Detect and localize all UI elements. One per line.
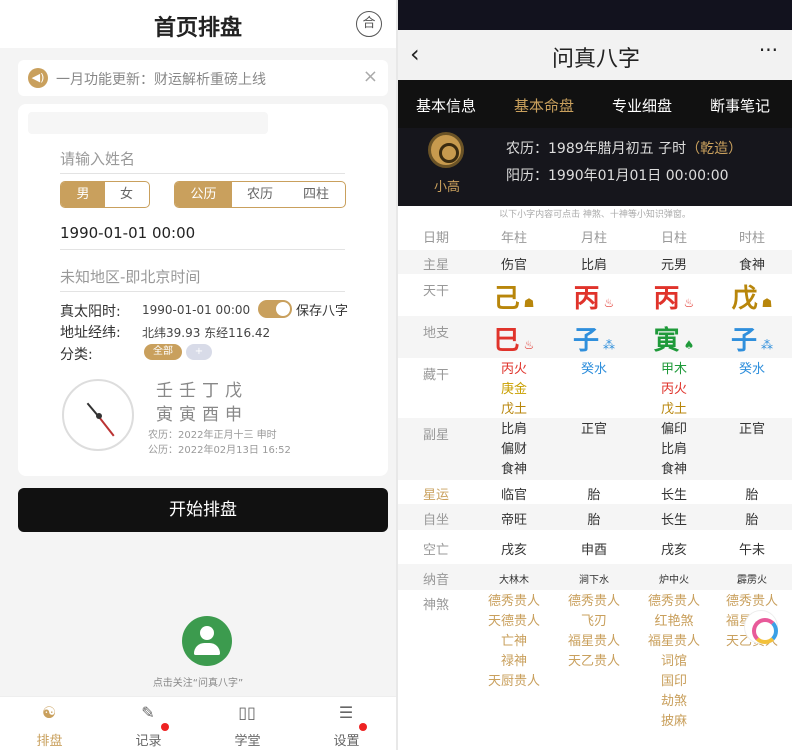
- settings-icon: ☰: [338, 703, 354, 722]
- calendar-lunar[interactable]: 农历: [232, 182, 288, 207]
- category-label: 分类:: [60, 347, 93, 363]
- color-wheel-icon[interactable]: [744, 610, 778, 644]
- home-panel: 首页排盘 合 ◀) 一月功能更新：财运解析重磅上线 × 请输入姓名 男 女 公历…: [0, 0, 396, 750]
- follow-text[interactable]: 点击关注“问真八字”: [0, 674, 396, 689]
- dizhi-year[interactable]: 巳 ♨: [474, 320, 554, 357]
- chart-tabs: 基本信息 基本命盘 专业细盘 断事笔记: [398, 80, 792, 128]
- tiangan-year[interactable]: 己 ☗: [474, 278, 554, 315]
- notice-bar[interactable]: ◀) 一月功能更新：财运解析重磅上线 ×: [18, 60, 388, 96]
- profile-solar: 阳历：1990年01月01日 00:00:00: [506, 168, 729, 184]
- tab-notes[interactable]: 断事笔记: [710, 95, 770, 116]
- yinyang-icon: ☯: [41, 703, 57, 722]
- profile-lunar: 农历：1989年腊月初五 子时（乾造）: [506, 141, 743, 157]
- save-label: 保存八字: [296, 304, 349, 319]
- tab-basic-info[interactable]: 基本信息: [416, 95, 476, 116]
- coords-value: 北纬39.93 东经116.42: [142, 326, 271, 340]
- avatar: [428, 132, 464, 168]
- close-icon[interactable]: ×: [363, 66, 378, 87]
- status-bar: [398, 0, 792, 30]
- tiangan-month[interactable]: 丙 ♨: [554, 278, 634, 315]
- calendar-sizhu[interactable]: 四柱: [288, 182, 344, 207]
- save-toggle[interactable]: [258, 300, 292, 318]
- book-icon: ▯▯: [238, 703, 256, 722]
- tiangan-day[interactable]: 丙 ♨: [634, 278, 714, 315]
- tab-records[interactable]: ✎ 记录: [99, 697, 198, 750]
- tab-basic-chart[interactable]: 基本命盘: [514, 95, 574, 116]
- tiangan-row: 天干 己 ☗ 丙 ♨ 丙 ♨ 戊 ☗: [398, 274, 792, 316]
- preview-lunar: 农历：2022年正月十三 申时: [148, 430, 277, 441]
- merge-icon[interactable]: 合: [356, 11, 382, 37]
- header-row: 日期 年柱 月柱 日柱 时柱: [422, 231, 765, 246]
- nayin-row: 纳音 大林木 涧下水 炉中火 霹雳火: [398, 564, 792, 590]
- tab-paipan[interactable]: ☯ 排盘: [0, 697, 99, 750]
- dizhi-month[interactable]: 子 ⁂: [554, 320, 634, 357]
- follow-avatar-icon[interactable]: [182, 616, 232, 666]
- canggan-row: 藏干 丙火 庚金 戊土 癸水 甲木 丙火 戊土 癸水: [422, 362, 765, 417]
- shensha-row: 神煞 德秀贵人 天德贵人 亡神 禄神 天厨贵人 德秀贵人 飞刃 福星贵人 天乙贵人 德秀贵人红…: [422, 594, 778, 729]
- solar-time-value: 1990-01-01 00:00: [142, 303, 251, 317]
- datetime-input[interactable]: 1990-01-01 00:00: [60, 220, 345, 250]
- dizhi-day[interactable]: 寅 ♠: [634, 320, 714, 357]
- more-icon[interactable]: ···: [759, 38, 778, 62]
- preview-branches: 寅寅酉申: [156, 405, 248, 425]
- kongwang-row: 空亡 戌亥 申酉 戌亥 午未: [422, 543, 765, 558]
- category-all-chip[interactable]: 全部: [144, 344, 182, 360]
- zizuo-row: 自坐 帝旺 胎 长生 胎: [398, 504, 792, 530]
- coords-label: 地址经纬:: [60, 325, 121, 341]
- home-header: 首页排盘 合: [0, 0, 396, 48]
- calendar-toggle: 公历 农历 四柱: [174, 181, 346, 208]
- tiangan-hour[interactable]: 戊 ☗: [712, 278, 792, 315]
- speaker-icon: ◀): [28, 68, 48, 88]
- preview-stems: 壬壬丁戊: [156, 381, 248, 401]
- notice-text: 一月功能更新：财运解析重磅上线: [56, 72, 266, 88]
- gender-female[interactable]: 女: [105, 182, 148, 207]
- page-title: 首页排盘: [153, 16, 242, 41]
- zhuxing-row: 主星 伤官 比肩 元男 食神: [398, 250, 792, 274]
- dizhi-hour[interactable]: 子 ⁂: [712, 320, 792, 357]
- note-icon: ✎: [141, 703, 155, 722]
- input-form: 请输入姓名 男 女 公历 农历 四柱 1990-01-01 00:00 未知地区…: [18, 104, 388, 476]
- dizhi-row: 地支 巳 ♨ 子 ⁂ 寅 ♠ 子 ⁂: [398, 316, 792, 358]
- gender-male[interactable]: 男: [61, 182, 105, 207]
- preview-solar: 公历：2022年02月13日 16:52: [148, 445, 291, 456]
- start-button[interactable]: 开始排盘: [18, 488, 388, 532]
- bazi-table: 日期 年柱 月柱 日柱 时柱 主星 伤官 比肩 元男 食神 天干 己 ☗ 丙 ♨ 丙…: [398, 220, 792, 744]
- nav-bar: ‹ 问真八字 ···: [398, 30, 792, 80]
- tab-settings[interactable]: ☰ 设置: [297, 697, 396, 750]
- profile-header: 小高 农历：1989年腊月初五 子时（乾造） 阳历：1990年01月01日 00…: [398, 128, 792, 206]
- tab-school[interactable]: ▯▯ 学堂: [198, 697, 297, 750]
- solar-time-label: 真太阳时:: [60, 304, 121, 320]
- xingyun-row: 星运 临官 胎 长生 胎: [422, 488, 759, 503]
- gender-toggle: 男 女: [60, 181, 150, 208]
- clock-icon: [62, 379, 134, 451]
- category-add-chip[interactable]: +: [186, 344, 212, 360]
- chart-panel: ‹ 问真八字 ··· 基本信息 基本命盘 专业细盘 断事笔记 小高 农历：198…: [396, 0, 792, 750]
- profile-name: 小高: [434, 180, 461, 195]
- tab-pro-chart[interactable]: 专业细盘: [612, 95, 672, 116]
- fuxing-row: 副星 比肩 偏财 食神 正官 偏印 比肩 食神 正官: [398, 418, 792, 480]
- hint-text: 以下小字内容可点击 神煞、十神等小知识弹窗。: [499, 210, 691, 220]
- name-input[interactable]: 请输入姓名: [60, 144, 345, 174]
- calendar-gregorian[interactable]: 公历: [175, 182, 232, 207]
- app-title: 问真八字: [551, 47, 640, 72]
- blurred-banner: [28, 112, 268, 134]
- location-input[interactable]: 未知地区-即北京时间: [60, 262, 345, 292]
- bottom-tabbar: ☯ 排盘 ✎ 记录 ▯▯ 学堂 ☰ 设置: [0, 696, 396, 750]
